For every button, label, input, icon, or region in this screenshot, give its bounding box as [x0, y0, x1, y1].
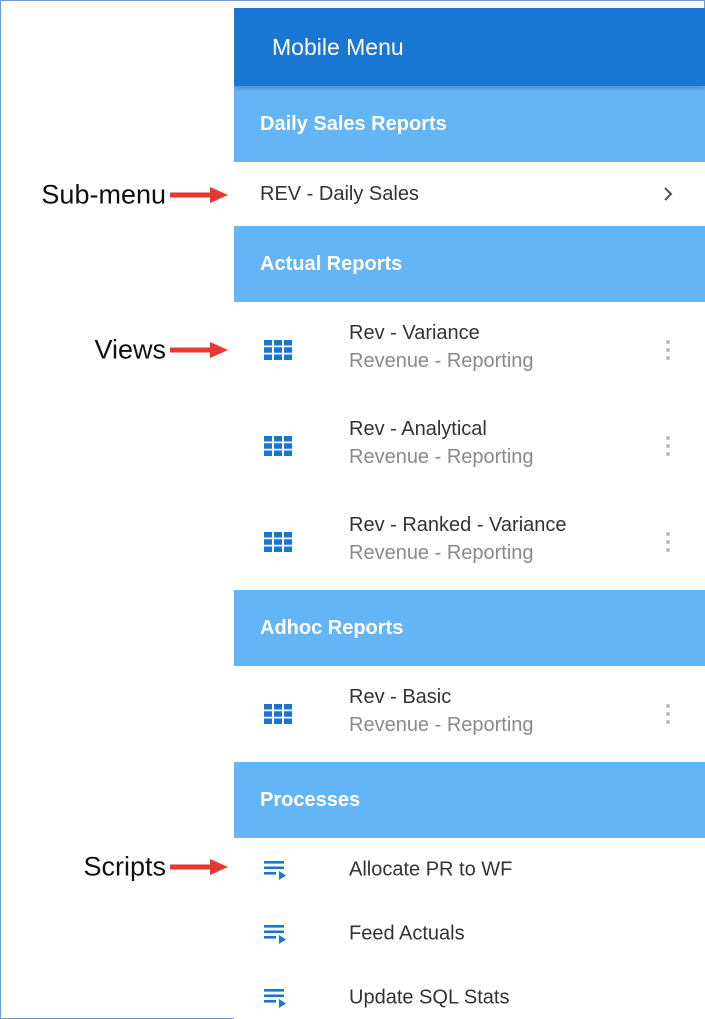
annotation-views: Views [0, 330, 232, 370]
playlist-play-icon [264, 861, 286, 880]
section-header-actual-reports: Actual Reports [234, 226, 705, 302]
section-title: Actual Reports [260, 252, 403, 275]
view-subtitle: Revenue - Reporting [349, 446, 534, 468]
script-item-feed-actuals[interactable]: Feed Actuals [234, 902, 705, 966]
section-header-daily-sales: Daily Sales Reports [234, 86, 705, 162]
red-arrow-icon [170, 342, 228, 358]
view-item-rev-basic[interactable]: Rev - Basic Revenue - Reporting [234, 666, 705, 762]
script-label: Update SQL Stats [349, 986, 510, 1009]
annotation-scripts: Scripts [0, 847, 232, 887]
view-text: Rev - Variance Revenue - Reporting [349, 320, 534, 376]
script-item-allocate[interactable]: Allocate PR to WF [234, 838, 705, 902]
script-label: Feed Actuals [349, 922, 465, 945]
more-vertical-icon[interactable] [665, 531, 671, 553]
more-vertical-icon[interactable] [665, 435, 671, 457]
annotation-scripts-label: Scripts [83, 851, 166, 882]
chevron-right-icon [664, 187, 673, 201]
submenu-label: REV - Daily Sales [260, 182, 419, 205]
view-subtitle: Revenue - Reporting [349, 714, 534, 736]
section-header-adhoc-reports: Adhoc Reports [234, 590, 705, 666]
section-title: Processes [260, 788, 361, 811]
view-title: Rev - Analytical [349, 418, 487, 440]
view-text: Rev - Ranked - Variance Revenue - Report… [349, 512, 567, 568]
more-vertical-icon[interactable] [665, 339, 671, 361]
view-text: Rev - Basic Revenue - Reporting [349, 684, 534, 740]
playlist-play-icon [264, 989, 286, 1008]
section-title: Adhoc Reports [260, 616, 404, 639]
script-label: Allocate PR to WF [349, 858, 513, 881]
section-title: Daily Sales Reports [260, 112, 447, 135]
annotation-submenu-label: Sub-menu [41, 179, 166, 210]
submenu-item-daily-sales[interactable]: REV - Daily Sales [234, 162, 705, 226]
playlist-play-icon [264, 925, 286, 944]
view-subtitle: Revenue - Reporting [349, 542, 534, 564]
annotation-views-label: Views [94, 334, 166, 365]
grid-icon [264, 532, 292, 552]
view-item-rev-ranked-variance[interactable]: Rev - Ranked - Variance Revenue - Report… [234, 494, 705, 590]
red-arrow-icon [170, 859, 228, 875]
grid-icon [264, 704, 292, 724]
section-header-processes: Processes [234, 762, 705, 838]
view-subtitle: Revenue - Reporting [349, 350, 534, 372]
grid-icon [264, 340, 292, 360]
menu-title: Mobile Menu [272, 33, 404, 60]
view-item-rev-variance[interactable]: Rev - Variance Revenue - Reporting [234, 302, 705, 398]
red-arrow-icon [170, 187, 228, 203]
menu-header: Mobile Menu [234, 8, 705, 86]
mobile-menu: Mobile Menu Daily Sales Reports REV - Da… [234, 8, 705, 1019]
annotation-submenu: Sub-menu [0, 175, 232, 215]
view-title: Rev - Ranked - Variance [349, 514, 567, 536]
view-title: Rev - Variance [349, 322, 480, 344]
view-text: Rev - Analytical Revenue - Reporting [349, 416, 534, 472]
grid-icon [264, 436, 292, 456]
view-item-rev-analytical[interactable]: Rev - Analytical Revenue - Reporting [234, 398, 705, 494]
more-vertical-icon[interactable] [665, 703, 671, 725]
script-item-update-sql-stats[interactable]: Update SQL Stats [234, 966, 705, 1019]
view-title: Rev - Basic [349, 686, 452, 708]
